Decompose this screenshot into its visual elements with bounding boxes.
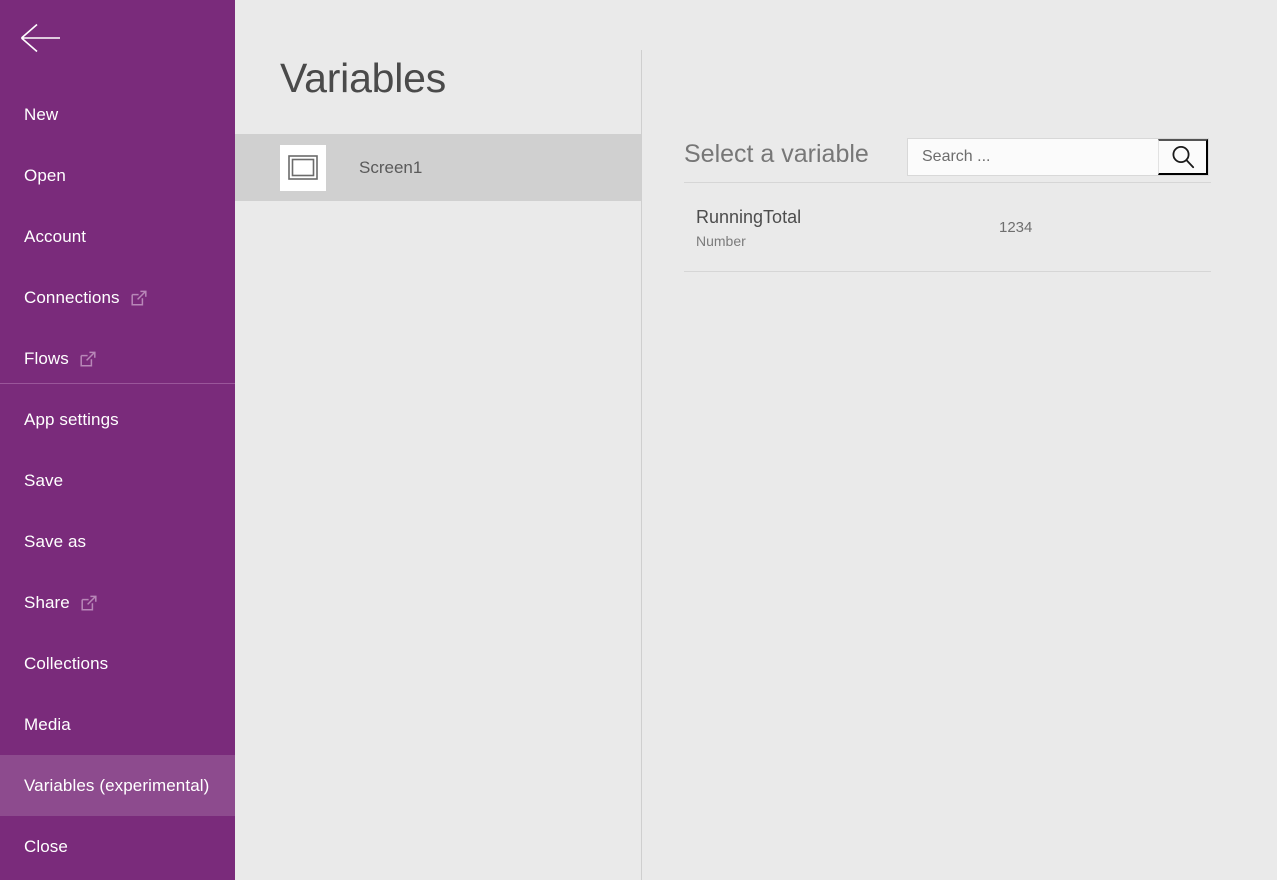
sidebar-item-label: Close (24, 836, 68, 856)
list-item[interactable]: RunningTotal Number 1234 (684, 183, 1211, 272)
sidebar-item-app-settings[interactable]: App settings (0, 389, 235, 450)
list-item[interactable]: Screen1 (235, 134, 641, 201)
sidebar-item-label: Open (24, 165, 66, 185)
sidebar: New Open Account Connections Flows App s… (0, 0, 235, 880)
sidebar-item-variables[interactable]: Variables (experimental) (0, 755, 235, 816)
back-button[interactable] (0, 0, 235, 76)
sidebar-item-label: Share (24, 592, 70, 612)
sidebar-item-media[interactable]: Media (0, 694, 235, 755)
back-arrow-icon (20, 23, 60, 53)
sidebar-item-label: New (24, 104, 59, 124)
screen-list: Screen1 (235, 134, 641, 201)
sidebar-item-open[interactable]: Open (0, 145, 235, 206)
page-title: Variables (280, 55, 447, 101)
external-link-icon (80, 351, 96, 367)
select-variable-label: Select a variable (684, 140, 869, 168)
sidebar-item-label: Connections (24, 287, 120, 307)
variable-name: RunningTotal (696, 207, 802, 227)
sidebar-item-label: Variables (experimental) (24, 775, 210, 795)
variable-value: 1234 (999, 219, 1033, 236)
sidebar-nav-primary: New Open Account Connections Flows (0, 84, 235, 389)
sidebar-item-label: App settings (24, 409, 119, 429)
app-root: New Open Account Connections Flows App s… (0, 0, 1277, 880)
sidebar-item-label: Flows (24, 348, 69, 368)
screen-name-label: Screen1 (359, 157, 423, 177)
sidebar-item-save-as[interactable]: Save as (0, 511, 235, 572)
sidebar-item-new[interactable]: New (0, 84, 235, 145)
variable-list: RunningTotal Number 1234 (684, 183, 1211, 272)
external-link-icon (81, 595, 97, 611)
sidebar-item-collections[interactable]: Collections (0, 633, 235, 694)
sidebar-item-label: Media (24, 714, 71, 734)
search-box (907, 138, 1209, 176)
sidebar-divider (0, 383, 235, 384)
search-input[interactable] (908, 139, 1158, 175)
search-icon (1172, 146, 1194, 169)
search-button[interactable] (1158, 139, 1208, 175)
sidebar-item-flows[interactable]: Flows (0, 328, 235, 389)
sidebar-item-share[interactable]: Share (0, 572, 235, 633)
screens-pane: Variables Screen1 (235, 0, 641, 880)
sidebar-item-label: Collections (24, 653, 109, 673)
sidebar-item-close[interactable]: Close (0, 816, 235, 877)
sidebar-item-save[interactable]: Save (0, 450, 235, 511)
variable-detail-pane: Select a variable RunningTotal Number 12… (642, 0, 1277, 880)
sidebar-item-connections[interactable]: Connections (0, 267, 235, 328)
sidebar-item-label: Save (24, 470, 64, 490)
external-link-icon (131, 290, 147, 306)
sidebar-item-label: Save as (24, 531, 87, 551)
sidebar-nav-secondary: App settings Save Save as Share Collecti… (0, 389, 235, 877)
sidebar-item-label: Account (24, 226, 87, 246)
screen-thumbnail-icon (280, 144, 326, 191)
variable-type: Number (696, 233, 746, 249)
sidebar-item-account[interactable]: Account (0, 206, 235, 267)
